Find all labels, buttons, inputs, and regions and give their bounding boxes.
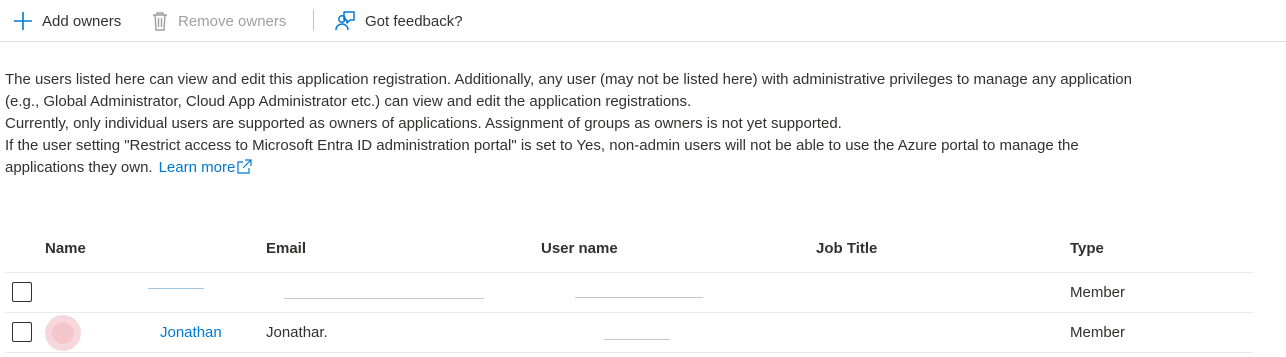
external-link-icon [237,159,252,181]
description-line: If the user setting "Restrict access to … [5,137,1079,154]
trash-icon [151,11,169,31]
row-type: Member [1070,324,1126,341]
learn-more-label: Learn more [158,159,236,176]
row-type: Member [1070,284,1126,301]
row-checkbox[interactable] [12,322,32,342]
description-line: The users listed here can view and edit … [5,71,1132,88]
feedback-icon [334,10,356,32]
column-header-type[interactable]: Type [1070,240,1104,257]
learn-more-link[interactable]: Learn more [159,159,253,176]
remove-owners-button[interactable]: Remove owners [151,8,286,34]
column-header-name[interactable]: Name [45,240,86,257]
header-divider [5,272,1254,273]
column-header-email[interactable]: Email [266,240,306,257]
redacted-user-name [604,339,670,340]
remove-owners-label: Remove owners [178,12,287,30]
add-owners-label: Add owners [42,12,122,30]
description-line: (e.g., Global Administrator, Cloud App A… [5,93,692,110]
column-header-user-name[interactable]: User name [541,240,618,257]
owners-description: The users listed here can view and edit … [5,69,1265,181]
add-owners-button[interactable]: Add owners [13,8,121,34]
description-line: Currently, only individual users are sup… [5,115,842,132]
description-last-line: applications they own. Learn more [5,157,1265,181]
avatar [45,315,81,351]
row-divider [5,352,1254,353]
column-header-job-title[interactable]: Job Title [816,240,877,257]
description-line: applications they own. [5,159,153,176]
row-divider [5,312,1254,313]
feedback-button[interactable]: Got feedback? [334,8,463,34]
row-checkbox[interactable] [12,282,32,302]
row-name-link[interactable]: Jonathan [160,324,222,341]
plus-icon [13,11,33,31]
feedback-label: Got feedback? [365,12,463,30]
row-email: Jonathar. [266,324,328,341]
command-bar: Add owners Remove owners Got feedback? [0,0,1286,42]
toolbar-divider [313,9,314,31]
redacted-email [284,298,484,299]
redacted-user-name [575,297,703,298]
redacted-name [148,288,204,289]
